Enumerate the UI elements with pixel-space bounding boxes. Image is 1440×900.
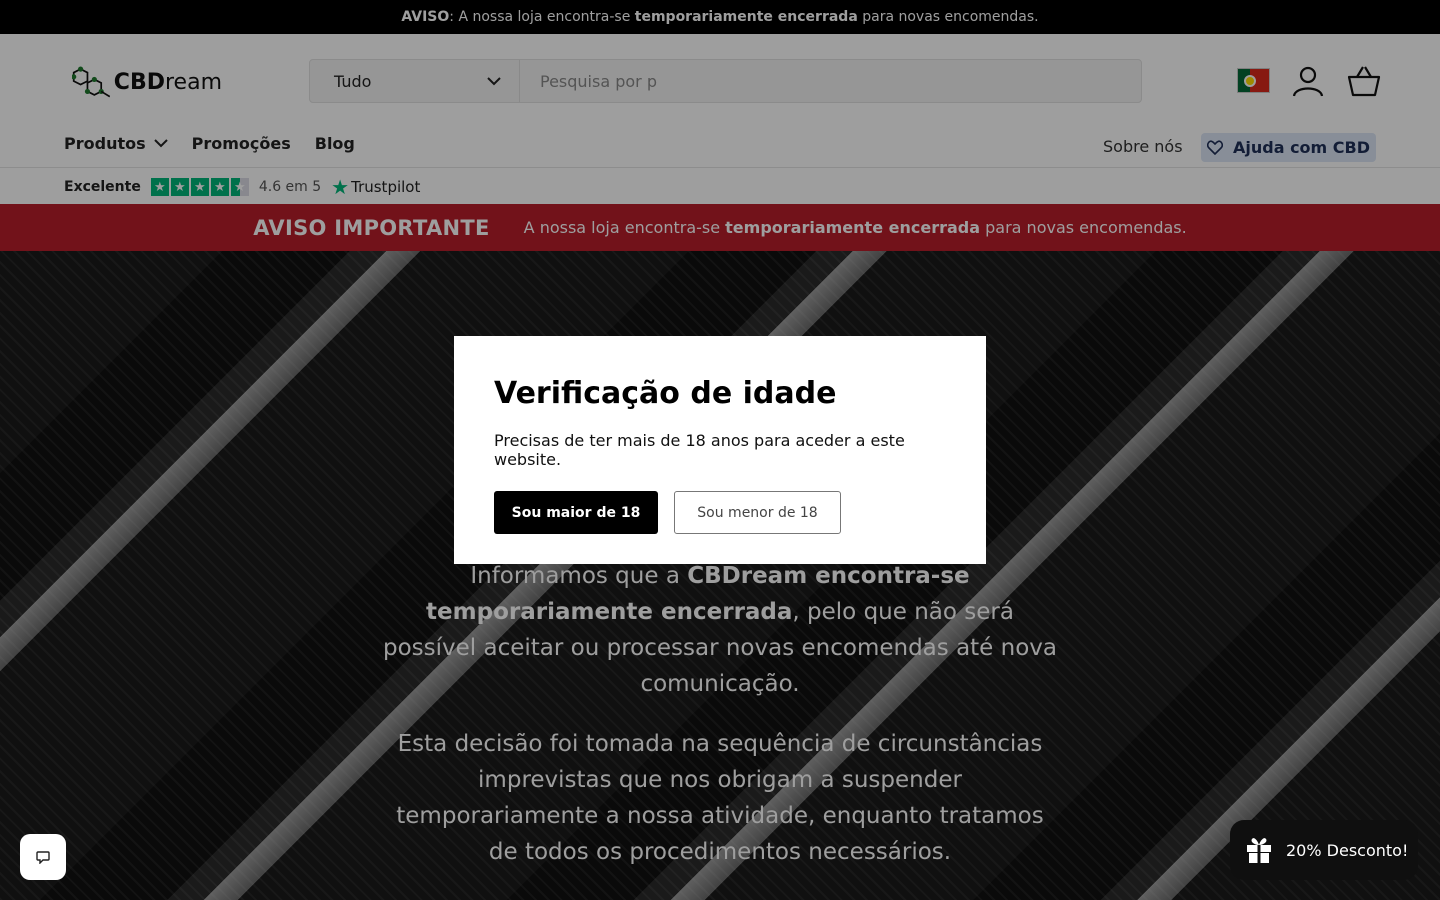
over-18-button[interactable]: Sou maior de 18 xyxy=(494,491,658,534)
gift-icon xyxy=(1247,838,1271,863)
chat-bubble-icon xyxy=(36,850,50,864)
modal-buttons: Sou maior de 18 Sou menor de 18 xyxy=(494,491,946,534)
chat-button[interactable] xyxy=(20,834,66,880)
discount-label: 20% Desconto! xyxy=(1286,840,1409,860)
discount-widget[interactable]: 20% Desconto! xyxy=(1230,820,1418,880)
age-verification-modal: Verificação de idade Precisas de ter mai… xyxy=(454,336,986,564)
modal-text: Precisas de ter mais de 18 anos para ace… xyxy=(494,431,905,469)
modal-title: Verificação de idade xyxy=(494,376,837,411)
under-18-button[interactable]: Sou menor de 18 xyxy=(674,491,841,534)
